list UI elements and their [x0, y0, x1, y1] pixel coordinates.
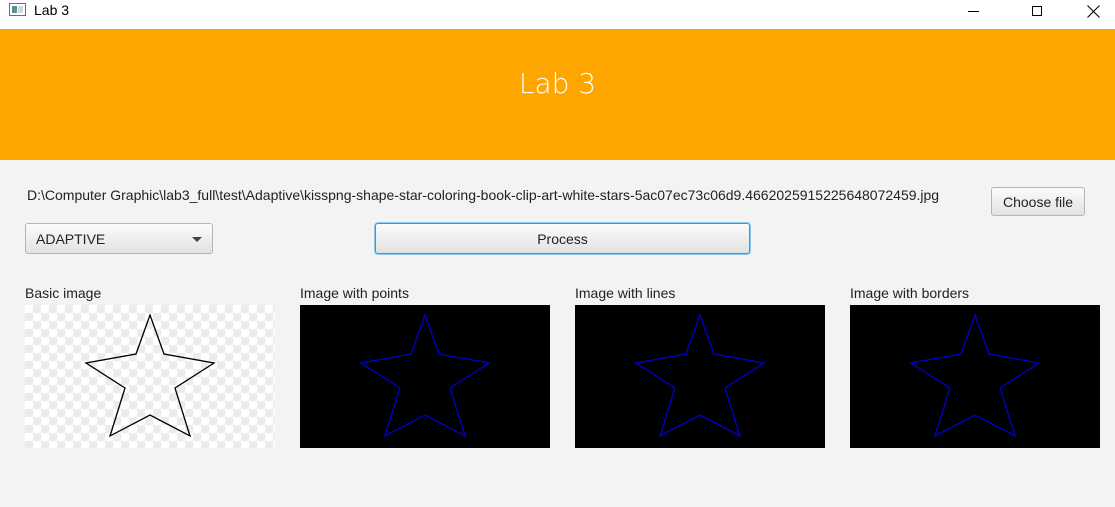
- process-button[interactable]: Process: [375, 223, 750, 254]
- minimize-button[interactable]: [950, 0, 996, 22]
- basic-image-panel: [25, 305, 275, 448]
- star-outline-image: [84, 313, 216, 438]
- app-header: Lab 3: [0, 29, 1115, 160]
- star-points-image: [359, 313, 491, 438]
- points-image-label: Image with points: [300, 285, 409, 301]
- close-icon: [1086, 4, 1100, 18]
- mode-select-value: ADAPTIVE: [36, 230, 106, 247]
- maximize-button[interactable]: [1014, 0, 1060, 22]
- basic-image-label: Basic image: [25, 285, 102, 301]
- star-shape: [359, 313, 491, 438]
- lines-image-label: Image with lines: [575, 285, 676, 301]
- points-image-panel: [300, 305, 550, 448]
- window-titlebar[interactable]: Lab 3: [0, 0, 1115, 29]
- star-shape: [84, 313, 216, 438]
- chevron-down-icon: [192, 237, 202, 242]
- borders-image-panel: [850, 305, 1100, 448]
- choose-file-button[interactable]: Choose file: [991, 187, 1085, 216]
- app-window-icon: [9, 3, 26, 16]
- star-shape: [634, 313, 766, 438]
- star-lines-image: [634, 313, 766, 438]
- maximize-icon: [1032, 6, 1042, 16]
- lines-image-panel: [575, 305, 825, 448]
- borders-image-label: Image with borders: [850, 285, 970, 301]
- window-title: Lab 3: [34, 2, 70, 18]
- star-borders-image: [909, 313, 1041, 438]
- minimize-icon: [967, 10, 979, 12]
- header-title: Lab 3: [518, 67, 597, 100]
- file-path-label: D:\Computer Graphic\lab3_full\test\Adapt…: [27, 187, 940, 203]
- star-shape: [909, 313, 1041, 438]
- mode-select[interactable]: ADAPTIVE: [25, 223, 213, 254]
- close-button[interactable]: [1070, 0, 1115, 22]
